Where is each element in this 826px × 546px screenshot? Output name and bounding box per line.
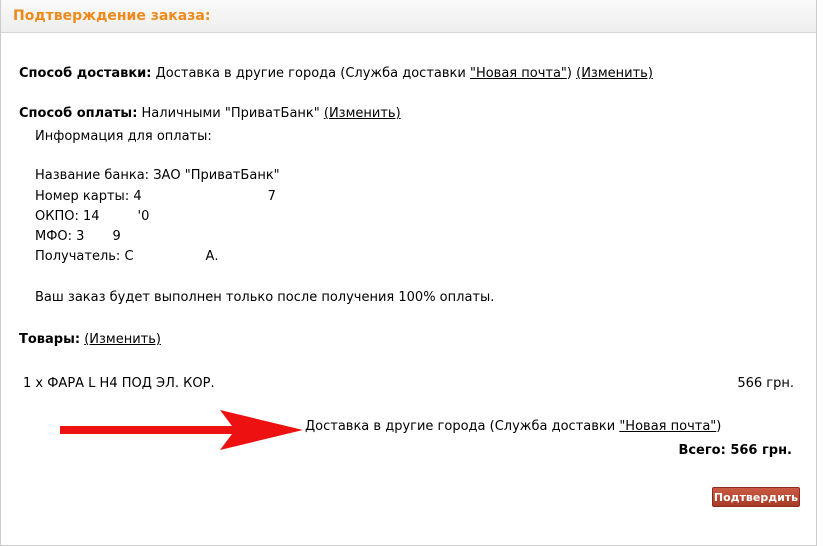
mfo-start: 3 xyxy=(76,229,85,244)
carrier-link[interactable]: "Новая почта" xyxy=(470,66,567,81)
payment-note: Ваш заказ будет выполнен только после по… xyxy=(35,290,495,305)
red-arrow-icon xyxy=(60,410,303,450)
change-goods-link[interactable]: (Изменить) xyxy=(84,332,161,347)
shipping-value: Доставка в другие города (Служба доставк… xyxy=(155,66,470,81)
mfo-end: 9 xyxy=(112,229,121,244)
payment-method-row: Способ оплаты: Наличными "ПриватБанк" (И… xyxy=(19,106,401,121)
confirm-button[interactable]: Подтвердить xyxy=(712,487,800,507)
change-payment-link[interactable]: (Изменить) xyxy=(324,106,401,121)
okpo-start: 14 xyxy=(83,209,100,224)
change-shipping-link[interactable]: (Изменить) xyxy=(576,66,653,81)
mfo-row: МФО: 3 9 xyxy=(35,229,121,244)
shipping-method-row: Способ доставки: Доставка в другие город… xyxy=(19,66,653,81)
mfo-label: МФО: xyxy=(35,229,73,244)
okpo-label: ОКПО: xyxy=(35,209,79,224)
recipient-label: Получатель: xyxy=(35,249,121,264)
card-end: 7 xyxy=(267,189,276,204)
recipient-start: С xyxy=(124,249,134,264)
panel-header: Подтверждение заказа: xyxy=(1,0,816,33)
card-start: 4 xyxy=(133,189,142,204)
bank-name-row: Название банка: ЗАО "ПриватБанк" xyxy=(35,168,280,183)
shipping-value-end: ) xyxy=(566,66,572,81)
order-confirmation-panel: Подтверждение заказа: xyxy=(0,0,817,546)
payment-value: Наличными "ПриватБанк" xyxy=(141,106,320,121)
delivery-text-end: ) xyxy=(716,419,722,434)
payment-info-title: Информация для оплаты: xyxy=(35,129,212,144)
card-number-row: Номер карты: 4 7 xyxy=(35,189,276,204)
order-total: Всего: 566 грн. xyxy=(678,443,792,458)
page-title: Подтверждение заказа: xyxy=(13,8,211,24)
goods-row: Товары: (Изменить) xyxy=(19,332,161,347)
bank-label: Название банка: xyxy=(35,168,150,183)
payment-label: Способ оплаты: xyxy=(19,106,138,121)
card-label: Номер карты: xyxy=(35,189,130,204)
okpo-end: '0 xyxy=(137,209,150,224)
product-price: 566 грн. xyxy=(737,376,794,391)
recipient-row: Получатель: С А. xyxy=(35,249,219,264)
shipping-label: Способ доставки: xyxy=(19,66,152,81)
recipient-end: А. xyxy=(205,249,219,264)
delivery-text: Доставка в другие города (Служба доставк… xyxy=(305,419,620,434)
goods-label: Товары: xyxy=(19,332,81,347)
okpo-row: ОКПО: 14 '0 xyxy=(35,209,149,224)
delivery-summary: Доставка в другие города (Служба доставк… xyxy=(305,419,721,434)
bank-value: ЗАО "ПриватБанк" xyxy=(153,168,280,183)
product-name: 1 x ФАРА L H4 ПОД ЭЛ. КОР. xyxy=(23,376,215,391)
delivery-carrier-link[interactable]: "Новая почта" xyxy=(619,419,716,434)
